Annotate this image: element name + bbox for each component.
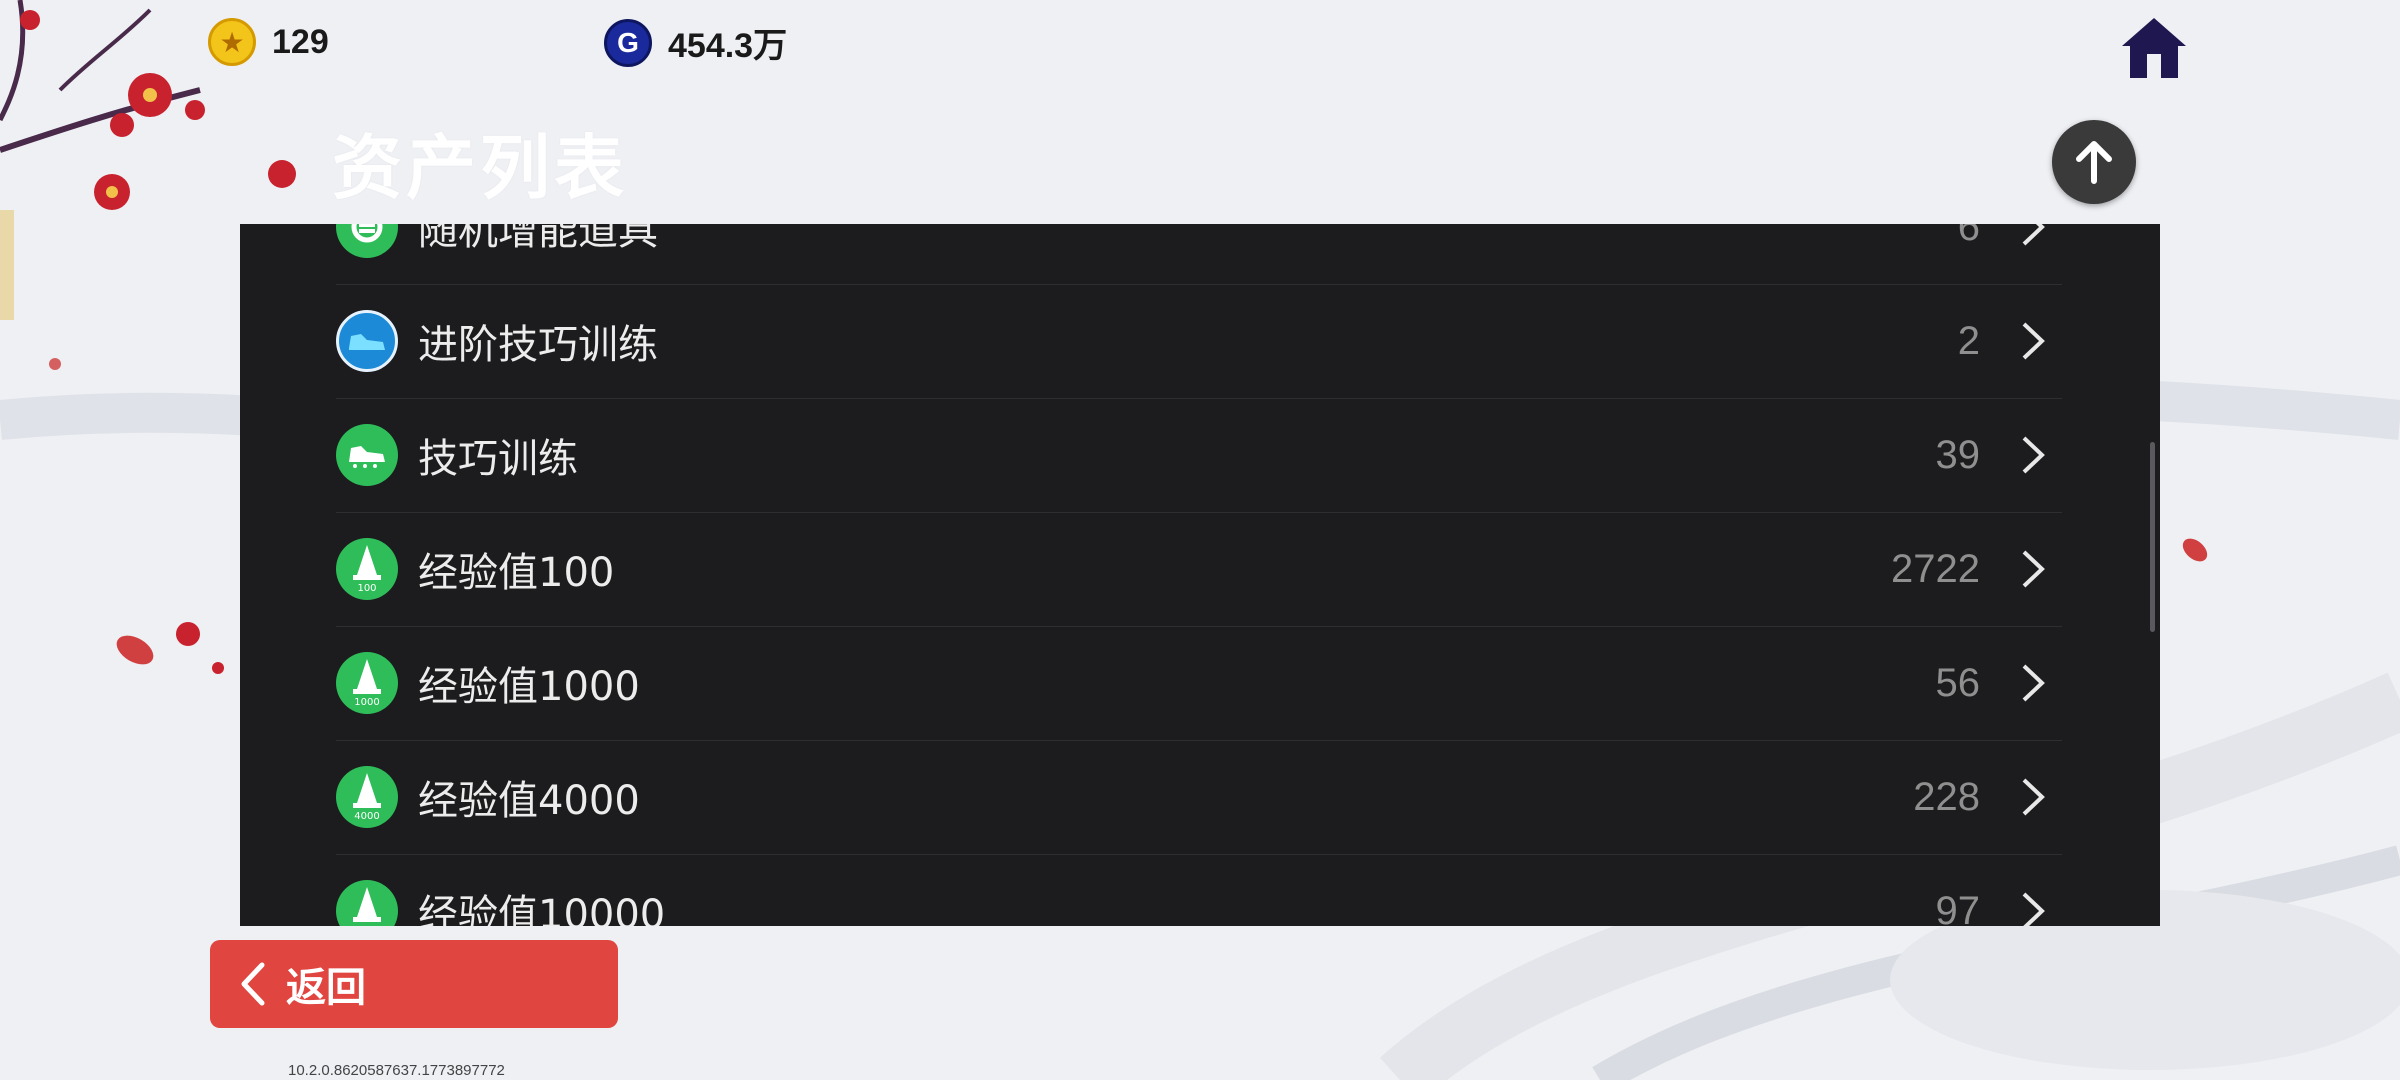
boost-item-icon	[336, 224, 398, 258]
cone-badge: 100	[357, 583, 376, 594]
back-button[interactable]: 返回	[210, 940, 618, 1028]
item-name: 进阶技巧训练	[418, 322, 658, 368]
cone-badge: 4000	[354, 811, 379, 822]
advanced-boot-icon	[336, 310, 398, 372]
item-name: 经验值4000	[418, 778, 640, 824]
cone-icon: 1000	[336, 652, 398, 714]
list-item[interactable]: 随机增能道具 6	[336, 224, 2062, 285]
item-name: 经验值1000	[418, 664, 640, 710]
version-text: 10.2.0.8620587637.1773897772	[288, 1062, 505, 1079]
item-count: 97	[1935, 888, 1981, 927]
list-item[interactable]: 经验值10000 97	[336, 854, 2062, 926]
cone-badge: 1000	[354, 697, 379, 708]
item-count: 228	[1913, 774, 1980, 819]
coin-balance: ★ 129	[208, 18, 329, 66]
chevron-left-icon	[241, 962, 265, 1006]
item-name: 技巧训练	[418, 436, 578, 482]
item-name: 经验值100	[418, 550, 615, 596]
chevron-right-icon	[2022, 778, 2045, 816]
list-item[interactable]: 技巧训练 39	[336, 398, 2062, 513]
item-name: 随机增能道具	[418, 224, 658, 254]
list-item[interactable]: 100 经验值100 2722	[336, 512, 2062, 627]
home-button[interactable]	[2118, 14, 2190, 82]
cone-icon: 4000	[336, 766, 398, 828]
item-count: 39	[1935, 432, 1981, 477]
cone-icon: 100	[336, 538, 398, 600]
chevron-right-icon	[2022, 664, 2045, 702]
list-item[interactable]: 4000 经验值4000 228	[336, 740, 2062, 855]
coin-count: 129	[272, 22, 329, 61]
item-count: 6	[1957, 224, 1980, 249]
gold-count: 454.3万	[668, 27, 788, 65]
item-count: 2722	[1891, 546, 1980, 591]
gold-balance: G 454.3万	[604, 18, 787, 67]
back-label: 返回	[286, 965, 366, 1011]
cone-icon	[336, 880, 398, 926]
g-currency-icon: G	[604, 18, 652, 67]
star-coin-icon: ★	[208, 18, 256, 66]
list-item[interactable]: 进阶技巧训练 2	[336, 284, 2062, 399]
home-icon	[2122, 18, 2186, 78]
page-title: 资产列表	[332, 127, 628, 209]
list-scrollbar[interactable]	[2150, 442, 2155, 632]
arrow-up-icon	[2076, 141, 2112, 184]
chevron-right-icon	[2022, 550, 2045, 588]
list-item[interactable]: 1000 经验值1000 56	[336, 626, 2062, 741]
chevron-right-icon	[2022, 224, 2045, 246]
chevron-right-icon	[2022, 892, 2045, 926]
chevron-right-icon	[2022, 436, 2045, 474]
scroll-top-button[interactable]	[2052, 120, 2136, 204]
boot-icon	[336, 424, 398, 486]
item-name: 经验值10000	[418, 892, 666, 926]
item-count: 2	[1957, 318, 1980, 363]
item-count: 56	[1935, 660, 1981, 705]
chevron-right-icon	[2022, 322, 2045, 360]
asset-list[interactable]: 随机增能道具 6 进阶技巧训练 2 技巧训练 39 100 经验值100 272…	[240, 224, 2160, 926]
